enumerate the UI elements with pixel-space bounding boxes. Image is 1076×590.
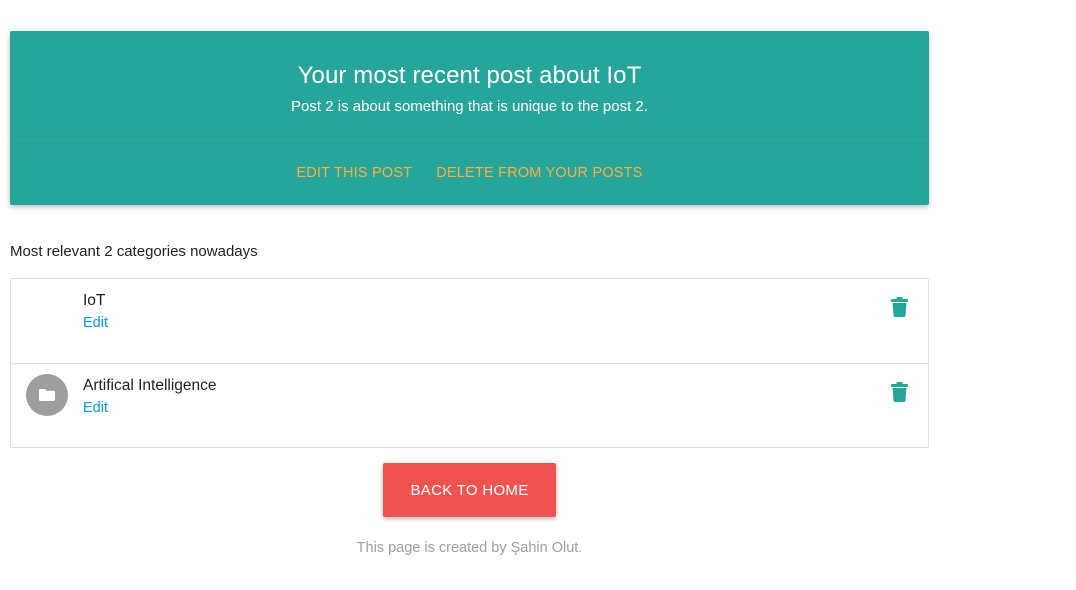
edit-category-link[interactable]: Edit xyxy=(83,399,108,417)
card-content: Your most recent post about IoT Post 2 i… xyxy=(10,31,929,141)
card-title: Your most recent post about IoT xyxy=(297,62,642,89)
recent-post-card: Your most recent post about IoT Post 2 i… xyxy=(10,31,929,205)
category-title: Artifical Intelligence xyxy=(83,377,217,394)
category-list: IoT Edit Artifical Intelligence Edit xyxy=(10,278,929,448)
folder-icon xyxy=(39,389,55,401)
edit-post-link[interactable]: EDIT THIS POST xyxy=(296,165,412,181)
list-item: IoT Edit xyxy=(11,279,928,363)
trash-icon[interactable] xyxy=(891,297,908,317)
page: Your most recent post about IoT Post 2 i… xyxy=(0,0,1076,590)
back-to-home-button[interactable]: BACK TO HOME xyxy=(383,463,556,517)
category-title: IoT xyxy=(83,292,106,309)
list-item: Artifical Intelligence Edit xyxy=(11,363,928,447)
trash-icon[interactable] xyxy=(891,382,908,402)
delete-post-link[interactable]: DELETE FROM YOUR POSTS xyxy=(436,165,642,181)
section-heading: Most relevant 2 categories nowadays xyxy=(10,243,258,260)
edit-category-link[interactable]: Edit xyxy=(83,314,108,332)
card-actions: EDIT THIS POST DELETE FROM YOUR POSTS xyxy=(10,141,929,205)
card-text: Post 2 is about something that is unique… xyxy=(291,98,648,115)
avatar xyxy=(26,374,68,416)
footer-text: This page is created by Şahin Olut. xyxy=(356,540,583,556)
